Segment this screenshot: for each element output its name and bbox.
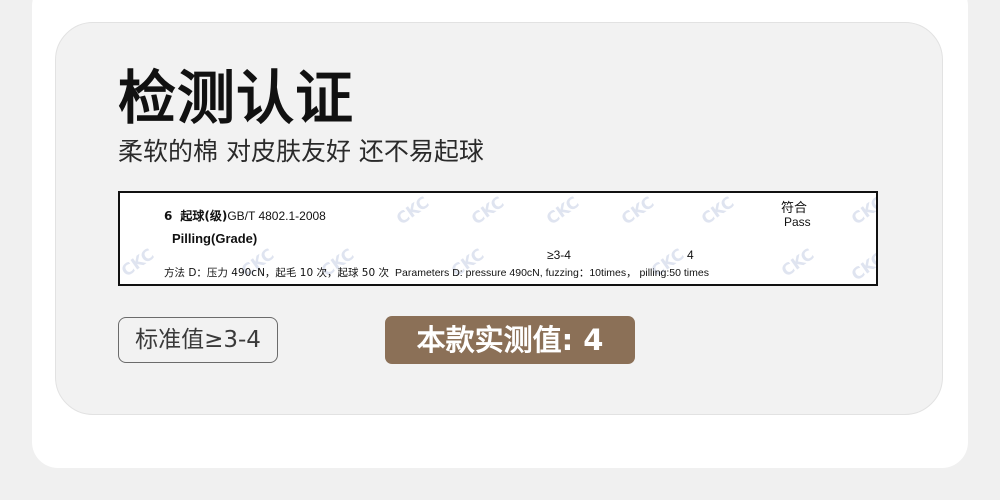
item-number: 6	[164, 209, 173, 223]
item-name-en: Pilling(Grade)	[172, 231, 258, 246]
watermark: CKC	[777, 244, 818, 281]
method-cn: 方法 D：压力 490cN，起毛 10 次，起球 50 次	[164, 267, 390, 279]
measured-value: 4	[687, 248, 694, 262]
page-subtitle: 柔软的棉 对皮肤友好 还不易起球	[118, 137, 484, 166]
watermark: CKC	[118, 244, 158, 281]
measured-value-badge: 本款实测值: 4	[385, 316, 635, 364]
watermark: CKC	[392, 192, 433, 229]
watermark: CKC	[697, 192, 738, 229]
standard-value: ≥3-4	[547, 248, 571, 262]
watermark: CKC	[847, 248, 878, 285]
standard-value-badge: 标准值≥3-4	[118, 317, 278, 363]
item-name-cn: 起球(级)	[180, 209, 228, 223]
result-cn: 符合	[781, 201, 808, 216]
page-title: 检测认证	[118, 64, 355, 132]
item-standard: GB/T 4802.1-2008	[227, 209, 326, 223]
result-en: Pass	[784, 215, 811, 229]
test-method: 方法 D：压力 490cN，起毛 10 次，起球 50 次 Parameters …	[164, 265, 709, 280]
watermark: CKC	[617, 192, 658, 229]
watermark: CKC	[542, 192, 583, 229]
test-report-table: CKC CKC CKC CKC CKC CKC CKC CKC CKC CKC …	[118, 191, 878, 286]
test-item-row: 6 起球(级)GB/T 4802.1-2008	[164, 207, 326, 224]
watermark: CKC	[467, 192, 508, 229]
method-en: Parameters D: pressure 490cN, fuzzing：10…	[395, 267, 709, 279]
watermark: CKC	[847, 192, 878, 229]
